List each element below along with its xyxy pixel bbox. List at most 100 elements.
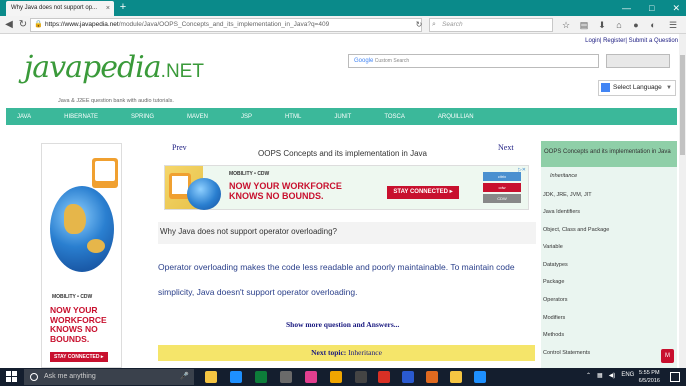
menu-item-tosca[interactable]: TOSCA bbox=[384, 114, 405, 120]
banner-advertisement[interactable]: MOBILITY • CDW NOW YOUR WORKFORCE KNOWS … bbox=[164, 165, 529, 210]
network-icon[interactable]: ▦ bbox=[597, 372, 603, 379]
globe-land-graphic bbox=[87, 239, 105, 253]
language-label: Select Language bbox=[613, 84, 662, 91]
address-bar[interactable]: 🔒 https://www.javapedia.net/module/Java/… bbox=[30, 18, 422, 32]
reading-list-icon[interactable]: ▤ bbox=[578, 19, 590, 31]
site-logo[interactable]: javapedia.NET bbox=[24, 50, 204, 85]
microphone-icon[interactable]: 🎤 bbox=[180, 369, 189, 385]
chevron-up-icon[interactable]: ⌃ bbox=[586, 372, 591, 379]
scrollbar-thumb[interactable] bbox=[680, 55, 685, 155]
browser-search-input[interactable]: ⌕ Search bbox=[429, 18, 553, 32]
account-links[interactable]: Login| Register| Submit a Question bbox=[585, 38, 678, 44]
new-tab-button[interactable]: + bbox=[117, 1, 129, 14]
app-icon[interactable] bbox=[330, 371, 342, 383]
sidebar-item[interactable]: Methods bbox=[543, 332, 564, 338]
ad-headline-line: BOUNDS. bbox=[50, 333, 90, 344]
maximize-button[interactable]: □ bbox=[649, 0, 654, 16]
sidebar-item[interactable]: Datatypes bbox=[543, 262, 568, 268]
minimize-button[interactable]: — bbox=[622, 0, 631, 16]
menu-item-jsp[interactable]: JSP bbox=[241, 114, 252, 120]
sidebar-item[interactable]: Object, Class and Package bbox=[543, 227, 609, 233]
home-icon[interactable]: ⌂ bbox=[613, 19, 625, 31]
chrome-icon[interactable] bbox=[378, 371, 390, 383]
ad-headline-line: NOW YOUR WORKFORCE bbox=[229, 181, 342, 191]
tab-close-icon[interactable]: × bbox=[106, 1, 110, 16]
browser-tab-bar: Why Java does not support op... × + — □ … bbox=[0, 0, 686, 16]
sidebar-item-inheritance[interactable]: Inheritance bbox=[550, 173, 577, 179]
windows-start-icon[interactable] bbox=[6, 371, 18, 383]
ad-logos: citrix cdw CDW bbox=[483, 172, 521, 206]
app-icon[interactable] bbox=[450, 371, 462, 383]
menu-item-junit[interactable]: JUNIT bbox=[334, 114, 351, 120]
store-icon[interactable] bbox=[230, 371, 242, 383]
bookmark-star-icon[interactable]: ☆ bbox=[560, 19, 572, 31]
notification-icon[interactable] bbox=[670, 372, 680, 382]
ad-choices-icon[interactable]: ▷✕ bbox=[518, 167, 526, 173]
sidebar-item[interactable]: JDK, JRE, JVM, JIT bbox=[543, 192, 592, 198]
menu-icon[interactable]: ☰ bbox=[667, 19, 679, 31]
sidebar-item[interactable]: Modifiers bbox=[543, 315, 565, 321]
stay-connected-button[interactable]: STAY CONNECTED ▸ bbox=[387, 186, 459, 199]
menu-item-java[interactable]: JAVA bbox=[17, 114, 31, 120]
cortana-placeholder: Ask me anything bbox=[44, 373, 96, 380]
ad-headline: NOW YOUR WORKFORCE KNOWS NO BOUNDS. bbox=[50, 305, 107, 344]
browser-tab[interactable]: Why Java does not support op... × bbox=[6, 1, 114, 16]
volume-icon[interactable]: ◀) bbox=[609, 372, 616, 379]
menu-item-maven[interactable]: MAVEN bbox=[187, 114, 208, 120]
clock[interactable]: 5:55 PM 6/5/2016 bbox=[639, 369, 660, 385]
side-advertisement[interactable]: MOBILITY • CDW NOW YOUR WORKFORCE KNOWS … bbox=[41, 143, 122, 368]
wifi-screen-graphic bbox=[95, 161, 115, 181]
ad-brand: MOBILITY • CDW bbox=[229, 171, 270, 177]
cortana-search-input[interactable]: Ask me anything 🎤 bbox=[24, 369, 194, 385]
custom-search-placeholder: Custom Search bbox=[374, 58, 410, 64]
custom-search-input[interactable]: Google Custom Search bbox=[348, 54, 599, 68]
chrome-icon[interactable] bbox=[426, 371, 438, 383]
menu-item-html[interactable]: HTML bbox=[285, 114, 301, 120]
answer-text: simplicity, Java doesn't support operato… bbox=[158, 287, 358, 297]
custom-search-button[interactable] bbox=[606, 54, 670, 68]
firefox-icon[interactable] bbox=[474, 371, 486, 383]
sidebar-header[interactable]: OOPS Concepts and its implementation in … bbox=[541, 141, 677, 167]
language-icon[interactable]: ENG bbox=[621, 372, 634, 379]
sidebar-item[interactable]: Control Statements bbox=[543, 350, 590, 356]
mcafee-icon[interactable]: M bbox=[661, 349, 674, 363]
file-explorer-icon[interactable] bbox=[205, 371, 217, 383]
sidebar-item[interactable]: Variable bbox=[543, 244, 563, 250]
language-select[interactable]: Select Language ▼ bbox=[598, 80, 676, 96]
app-icon[interactable] bbox=[355, 371, 367, 383]
reload-icon[interactable]: ↻ bbox=[16, 18, 30, 32]
show-more-link[interactable]: Show more question and Answers... bbox=[286, 320, 399, 329]
menu-item-hibernate[interactable]: HIBERNATE bbox=[64, 114, 98, 120]
globe-graphic bbox=[187, 178, 221, 210]
ad-logo: CDW bbox=[483, 194, 521, 203]
page-title: OOPS Concepts and its implementation in … bbox=[258, 149, 427, 158]
sidebar-item[interactable]: Package bbox=[543, 279, 564, 285]
menu-item-spring[interactable]: SPRING bbox=[131, 114, 154, 120]
globe-land-graphic bbox=[64, 204, 86, 234]
sidebar-item[interactable]: Java Identifiers bbox=[543, 209, 580, 215]
wifi-screen-graphic bbox=[172, 176, 188, 194]
cortana-icon bbox=[30, 373, 38, 381]
back-icon[interactable]: ◀ bbox=[2, 18, 16, 32]
window-controls: — □ ✕ bbox=[622, 0, 680, 16]
ad-headline: NOW YOUR WORKFORCE KNOWS NO BOUNDS. bbox=[229, 181, 342, 201]
stay-connected-button[interactable]: STAY CONNECTED ▸ bbox=[50, 352, 108, 362]
refresh-icon[interactable]: ↻ bbox=[412, 18, 426, 32]
app-icon[interactable] bbox=[280, 371, 292, 383]
app-icon[interactable] bbox=[305, 371, 317, 383]
next-topic-link[interactable]: Inheritance bbox=[348, 348, 382, 357]
next-link[interactable]: Next bbox=[498, 143, 514, 152]
close-window-button[interactable]: ✕ bbox=[672, 0, 680, 16]
edge-icon[interactable] bbox=[255, 371, 267, 383]
pocket-icon[interactable]: ◐ bbox=[647, 19, 659, 31]
prev-link[interactable]: Prev bbox=[172, 143, 187, 152]
logo-main: javapedia bbox=[24, 50, 162, 85]
menu-item-arquillian[interactable]: ARQUILLIAN bbox=[438, 114, 474, 120]
sidebar-item[interactable]: Operators bbox=[543, 297, 567, 303]
ad-logo: cdw bbox=[483, 183, 521, 192]
chat-icon[interactable]: ● bbox=[630, 19, 642, 31]
terminal-icon[interactable] bbox=[402, 371, 414, 383]
download-icon[interactable]: ⬇ bbox=[596, 19, 608, 31]
next-topic-bar[interactable]: Next topic: Inheritance bbox=[158, 345, 535, 361]
answer-text: Operator overloading makes the code less… bbox=[158, 262, 515, 272]
